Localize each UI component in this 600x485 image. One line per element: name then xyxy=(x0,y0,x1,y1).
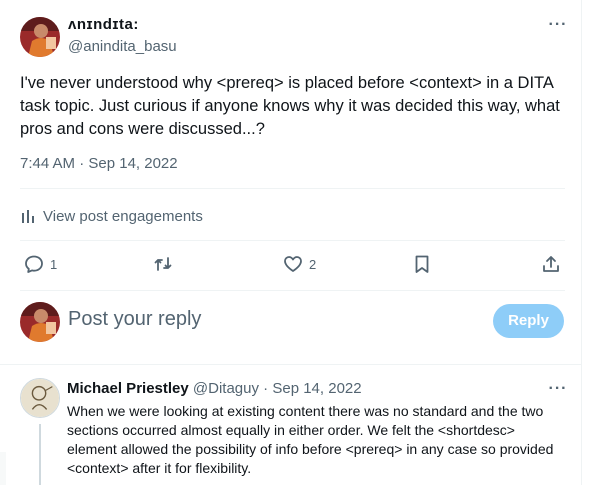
share-icon xyxy=(543,256,559,272)
author-avatar[interactable] xyxy=(20,17,60,57)
reply-input[interactable]: Post your reply xyxy=(68,308,368,331)
composer-avatar xyxy=(20,302,60,342)
author-handle[interactable]: @anindita_basu xyxy=(68,38,177,55)
scroll-gutter xyxy=(0,452,6,485)
more-icon[interactable]: ··· xyxy=(546,17,570,38)
analytics-icon xyxy=(22,210,34,223)
reply-author-handle[interactable]: @Ditaguy xyxy=(193,380,259,397)
divider xyxy=(20,188,565,189)
thread-connector xyxy=(39,424,41,485)
reply-more-icon[interactable]: ··· xyxy=(546,381,570,402)
divider xyxy=(20,290,565,291)
view-engagements-label: View post engagements xyxy=(43,207,203,225)
divider xyxy=(20,240,565,241)
bookmark-action[interactable] xyxy=(412,251,432,277)
view-engagements-link[interactable]: View post engagements xyxy=(21,206,203,226)
post-text: I've never understood why <prereq> is pl… xyxy=(20,74,560,138)
column-border xyxy=(581,0,582,485)
divider xyxy=(0,364,582,365)
like-action[interactable]: 2 xyxy=(283,251,316,277)
post-timestamp[interactable]: 7:44 AM · Sep 14, 2022 xyxy=(20,155,178,172)
author-name[interactable]: ʌnɪndɪta: xyxy=(68,16,139,33)
reply-date[interactable]: Sep 14, 2022 xyxy=(272,380,361,397)
reply-text: When we were looking at existing content… xyxy=(67,403,554,476)
reply-separator: · xyxy=(263,380,269,397)
repost-icon xyxy=(154,257,172,271)
reply-count: 1 xyxy=(50,256,58,272)
repost-action[interactable] xyxy=(153,251,173,277)
reply-author-avatar[interactable] xyxy=(20,378,60,418)
post-detail-panel: ʌnɪndɪta: @anindita_basu ··· I've never … xyxy=(0,0,582,485)
bookmark-icon xyxy=(415,255,429,273)
reply-action[interactable]: 1 xyxy=(24,251,57,277)
heart-icon xyxy=(284,256,302,272)
like-count: 2 xyxy=(309,256,317,272)
share-action[interactable] xyxy=(541,251,561,277)
reply-icon xyxy=(25,255,43,273)
reply-button[interactable]: Reply xyxy=(493,304,564,338)
reply-author-name[interactable]: Michael Priestley xyxy=(67,380,189,397)
reply-header: Michael Priestley @Ditaguy · Sep 14, 202… xyxy=(67,380,362,397)
